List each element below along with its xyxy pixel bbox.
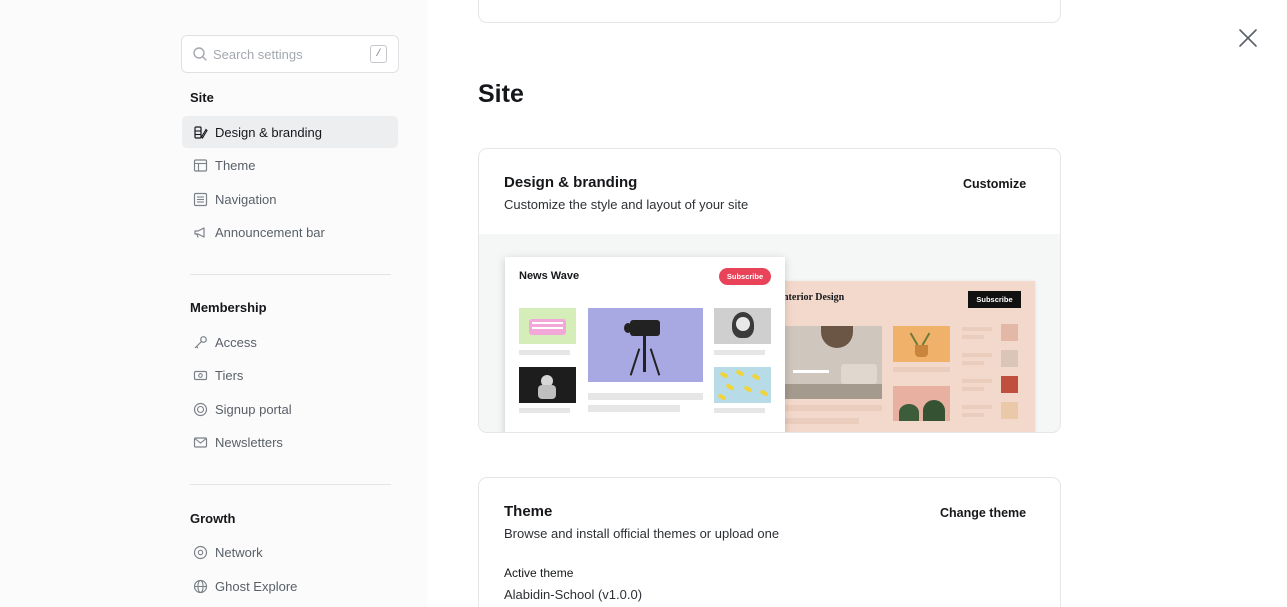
sidebar-item-label: Navigation <box>215 191 277 207</box>
card-title: Theme <box>504 503 553 520</box>
search-input[interactable] <box>213 45 363 63</box>
customize-button[interactable]: Customize <box>963 177 1026 191</box>
preview-text-line <box>893 367 950 372</box>
preview-text-line <box>962 405 992 409</box>
active-theme-label: Active theme <box>504 566 574 580</box>
sidebar-item-label: Network <box>215 544 263 560</box>
theme-card: Theme Browse and install official themes… <box>478 477 1061 607</box>
preview-text-line <box>962 327 992 331</box>
preview-text-line <box>962 413 984 417</box>
sidebar-item-label: Access <box>215 334 257 350</box>
preview-image-portrait <box>714 308 771 344</box>
sidebar-divider <box>190 274 391 275</box>
page-title: Site <box>478 80 524 108</box>
sidebar-item-navigation[interactable]: Navigation <box>182 183 398 215</box>
preview-thumb-small <box>1001 350 1018 367</box>
design-branding-card: Design & branding Customize the style an… <box>478 148 1061 433</box>
preview-text-line <box>588 393 703 400</box>
preview-image-keyboard <box>519 308 576 344</box>
change-theme-button[interactable]: Change theme <box>940 506 1026 520</box>
sidebar-item-label: Ghost Explore <box>215 578 298 594</box>
preview-text-line <box>962 387 984 391</box>
previous-card-edge <box>478 0 1061 23</box>
preview-thumb-small <box>1001 324 1018 341</box>
card-description: Customize the style and layout of your s… <box>504 197 749 212</box>
preview-image-living-room <box>783 326 882 399</box>
list-icon <box>193 192 208 207</box>
preview-text-line <box>714 408 765 413</box>
portal-icon <box>193 402 208 417</box>
key-icon <box>193 335 208 350</box>
sidebar-item-network[interactable]: Network <box>182 536 398 568</box>
preview-text-line <box>519 350 570 355</box>
preview-text-line <box>962 353 992 357</box>
preview-text-line <box>714 350 765 355</box>
close-icon <box>1239 29 1257 47</box>
network-icon <box>193 545 208 560</box>
sidebar-item-label: Design & branding <box>215 124 322 140</box>
preview-subscribe-red: Subscribe <box>719 268 771 285</box>
active-theme-value: Alabidin-School (v1.0.0) <box>504 587 643 602</box>
sidebar-item-label: Newsletters <box>215 434 283 450</box>
search-shortcut-hint: / <box>370 45 387 63</box>
preview-interior-design: nterior Design Subscribe <box>749 281 1035 432</box>
sidebar-item-label: Theme <box>215 157 256 173</box>
preview-text-line <box>588 405 680 412</box>
preview-text-line <box>783 405 882 411</box>
sidebar-item-theme[interactable]: Theme <box>182 149 398 181</box>
sidebar-item-label: Signup portal <box>215 401 292 417</box>
preview-image-astronaut <box>519 367 576 403</box>
preview-text-line <box>962 361 984 365</box>
preview-image-bananas <box>714 367 771 403</box>
sidebar-item-access[interactable]: Access <box>182 326 398 358</box>
mail-icon <box>193 435 208 450</box>
layout-icon <box>193 158 208 173</box>
group-title-membership: Membership <box>190 300 267 315</box>
brush-icon <box>193 125 208 140</box>
search-box[interactable]: / <box>181 35 399 73</box>
preview-text-line <box>783 418 859 424</box>
preview-image-camera <box>588 308 703 382</box>
preview-text-line <box>962 335 984 339</box>
preview-news-wave: News Wave Subscribe <box>505 257 785 432</box>
preview-text-line <box>962 379 992 383</box>
card-title: Design & branding <box>504 174 638 191</box>
sidebar-divider <box>190 484 391 485</box>
preview-brand-news-wave: News Wave <box>519 270 580 282</box>
megaphone-icon <box>193 225 208 240</box>
preview-text-line <box>519 408 570 413</box>
sidebar-item-announcement-bar[interactable]: Announcement bar <box>182 216 398 248</box>
group-title-site: Site <box>190 90 214 105</box>
search-icon <box>193 47 207 61</box>
sidebar-item-tiers[interactable]: Tiers <box>182 359 398 391</box>
preview-image-plant-orange <box>893 326 950 362</box>
card-description: Browse and install official themes or up… <box>504 526 780 541</box>
close-button[interactable] <box>1236 26 1260 50</box>
sidebar-item-newsletters[interactable]: Newsletters <box>182 426 398 458</box>
ticket-icon <box>193 368 208 383</box>
group-title-growth: Growth <box>190 511 236 526</box>
sidebar-item-signup-portal[interactable]: Signup portal <box>182 393 398 425</box>
settings-sidebar: / Site Design & branding Theme Navigatio… <box>0 0 427 607</box>
sidebar-item-label: Announcement bar <box>215 224 325 240</box>
preview-brand-interior: nterior Design <box>783 292 845 303</box>
preview-image-plant-pink <box>893 386 950 421</box>
sidebar-item-design-branding[interactable]: Design & branding <box>182 116 398 148</box>
globe-icon <box>193 579 208 594</box>
design-preview: nterior Design Subscribe News Wave Subsc… <box>479 234 1060 432</box>
preview-thumb-small <box>1001 402 1018 419</box>
sidebar-item-label: Tiers <box>215 367 244 383</box>
preview-subscribe-dark: Subscribe <box>968 291 1021 308</box>
sidebar-item-ghost-explore[interactable]: Ghost Explore <box>182 570 398 602</box>
preview-thumb-small <box>1001 376 1018 393</box>
